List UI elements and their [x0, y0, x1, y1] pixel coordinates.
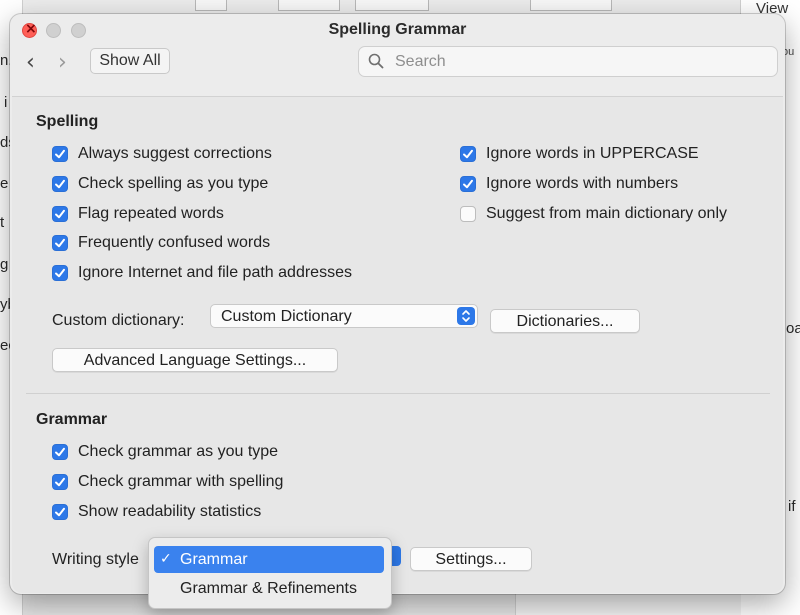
background-toolbar-item [278, 0, 340, 11]
checkbox-label: Flag repeated words [78, 205, 224, 222]
check-grammar-as-you-type-checkbox[interactable]: Check grammar as you type [52, 443, 278, 461]
menu-item-label: Grammar & Refinements [180, 580, 357, 597]
background-toolbar-item [355, 0, 429, 11]
checkbox-checked-icon [52, 146, 68, 162]
section-divider [26, 393, 770, 394]
advanced-language-settings-button[interactable]: Advanced Language Settings... [52, 348, 338, 372]
custom-dictionary-label: Custom dictionary: [52, 312, 185, 329]
background-text-fragment: oa [786, 320, 800, 337]
custom-dictionary-select[interactable]: Custom Dictionary [210, 304, 478, 328]
checkbox-label: Always suggest corrections [78, 145, 272, 162]
always-suggest-corrections-checkbox[interactable]: Always suggest corrections [52, 145, 272, 163]
ignore-uppercase-checkbox[interactable]: Ignore words in UPPERCASE [460, 145, 699, 163]
show-readability-statistics-checkbox[interactable]: Show readability statistics [52, 503, 261, 521]
ignore-words-with-numbers-checkbox[interactable]: Ignore words with numbers [460, 175, 678, 193]
grammar-heading: Grammar [36, 411, 108, 428]
menu-item-grammar[interactable]: ✓ Grammar [154, 546, 384, 573]
checkbox-label: Ignore words with numbers [486, 175, 679, 192]
window-title: Spelling Grammar [328, 21, 467, 38]
check-grammar-with-spelling-checkbox[interactable]: Check grammar with spelling [52, 473, 283, 491]
writing-style-label: Writing style [52, 551, 139, 568]
checkbox-label: Ignore words in UPPERCASE [486, 145, 699, 162]
checkbox-label: Frequently confused words [78, 234, 271, 251]
menu-item-grammar-refinements[interactable]: Grammar & Refinements [154, 575, 384, 602]
suggest-from-main-dictionary-checkbox[interactable]: Suggest from main dictionary only [460, 205, 727, 223]
checkbox-unchecked-icon [460, 206, 476, 222]
back-chevron-icon[interactable]: ‹ [26, 50, 35, 75]
background-text-fragment: t [0, 214, 5, 231]
custom-dictionary-value: Custom Dictionary [221, 308, 352, 325]
background-text-fragment: e [0, 175, 9, 192]
checkbox-checked-icon [52, 504, 68, 520]
background-text-fragment: g [0, 256, 9, 273]
forward-chevron-icon[interactable]: › [58, 50, 67, 75]
checkbox-label: Check grammar with spelling [78, 473, 284, 490]
checkbox-label: Check spelling as you type [78, 175, 269, 192]
checkbox-checked-icon [460, 146, 476, 162]
checkbox-checked-icon [52, 265, 68, 281]
spelling-grammar-window: Spelling Grammar ‹ › Show All Spelling A… [10, 14, 785, 594]
preferences-content: Spelling Always suggest corrections Chec… [12, 96, 783, 593]
background-text-fragment: i [4, 94, 8, 111]
background-toolbar-item [195, 0, 227, 11]
writing-style-menu: ✓ Grammar Grammar & Refinements [148, 537, 392, 609]
search-input[interactable] [393, 51, 767, 73]
checkbox-checked-icon [52, 206, 68, 222]
check-spelling-as-you-type-checkbox[interactable]: Check spelling as you type [52, 175, 268, 193]
spelling-heading: Spelling [36, 113, 99, 130]
menu-item-label: Grammar [180, 551, 248, 568]
checkmark-icon: ✓ [160, 551, 172, 567]
checkbox-checked-icon [52, 235, 68, 251]
grammar-settings-button[interactable]: Settings... [410, 547, 532, 571]
search-field[interactable] [358, 46, 778, 77]
flag-repeated-words-checkbox[interactable]: Flag repeated words [52, 205, 224, 223]
checkbox-label: Check grammar as you type [78, 443, 279, 460]
frequently-confused-words-checkbox[interactable]: Frequently confused words [52, 234, 270, 252]
search-icon [368, 53, 384, 69]
checkbox-checked-icon [460, 176, 476, 192]
checkbox-checked-icon [52, 444, 68, 460]
checkbox-checked-icon [52, 474, 68, 490]
show-all-button[interactable]: Show All [90, 48, 170, 74]
checkbox-label: Show readability statistics [78, 503, 262, 520]
background-toolbar-item [530, 0, 612, 11]
title-bar: Spelling Grammar ‹ › Show All [10, 14, 785, 96]
checkbox-label: Ignore Internet and file path addresses [78, 264, 352, 281]
popup-stepper-icon [457, 307, 475, 325]
checkbox-label: Suggest from main dictionary only [486, 205, 727, 222]
ignore-internet-addresses-checkbox[interactable]: Ignore Internet and file path addresses [52, 264, 352, 282]
checkbox-checked-icon [52, 176, 68, 192]
background-text-fragment: if [788, 498, 796, 515]
dictionaries-button[interactable]: Dictionaries... [490, 309, 640, 333]
